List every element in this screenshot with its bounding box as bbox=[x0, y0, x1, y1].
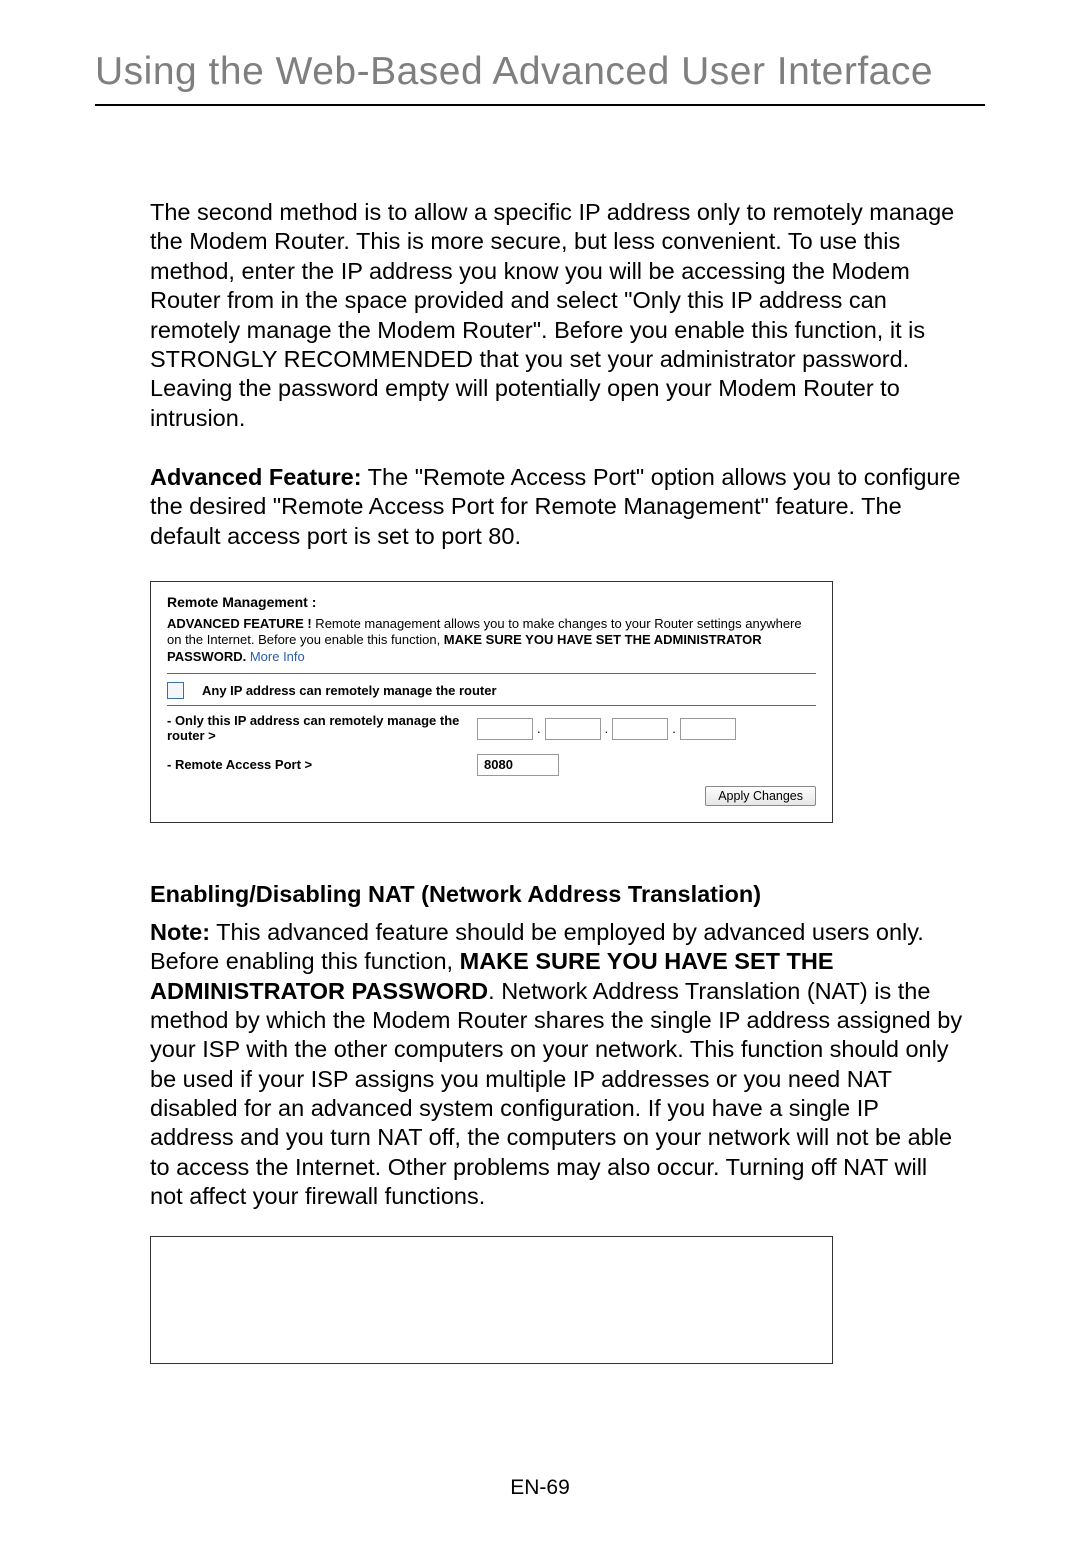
remote-management-desc: ADVANCED FEATURE ! Remote management all… bbox=[167, 616, 816, 665]
nat-note-paragraph: Note: This advanced feature should be em… bbox=[150, 918, 965, 1212]
manual-page: Using the Web-Based Advanced User Interf… bbox=[0, 0, 1080, 1542]
more-info-link[interactable]: More Info bbox=[250, 649, 305, 664]
only-ip-row: - Only this IP address can remotely mana… bbox=[167, 705, 816, 750]
advanced-feature-label: Advanced Feature: bbox=[150, 464, 362, 490]
nat-settings-panel bbox=[150, 1236, 833, 1364]
apply-row: Apply Changes bbox=[167, 786, 816, 806]
nat-section: Enabling/Disabling NAT (Network Address … bbox=[150, 881, 965, 1212]
dot-icon: . bbox=[668, 721, 680, 736]
rm-desc-prefix: ADVANCED FEATURE ! bbox=[167, 616, 312, 631]
body-section: The second method is to allow a specific… bbox=[150, 198, 965, 551]
remote-management-heading: Remote Management : bbox=[167, 594, 816, 610]
ip-input-group: . . . bbox=[477, 718, 736, 740]
ip-octet-4[interactable] bbox=[680, 718, 736, 740]
paragraph-advanced-feature: Advanced Feature: The "Remote Access Por… bbox=[150, 463, 965, 551]
port-row: - Remote Access Port > 8080 bbox=[167, 750, 816, 782]
nat-heading: Enabling/Disabling NAT (Network Address … bbox=[150, 881, 965, 908]
any-ip-checkbox[interactable] bbox=[167, 682, 184, 699]
apply-changes-button[interactable]: Apply Changes bbox=[705, 786, 816, 806]
page-number: EN-69 bbox=[0, 1476, 1080, 1500]
note-label: Note: bbox=[150, 919, 210, 945]
nat-text-2: . Network Address Translation (NAT) is t… bbox=[150, 978, 962, 1210]
dot-icon: . bbox=[601, 721, 613, 736]
any-ip-label: Any IP address can remotely manage the r… bbox=[202, 683, 497, 698]
paragraph-method-two: The second method is to allow a specific… bbox=[150, 198, 965, 433]
any-ip-row: Any IP address can remotely manage the r… bbox=[167, 673, 816, 705]
remote-management-panel: Remote Management : ADVANCED FEATURE ! R… bbox=[150, 581, 833, 823]
port-label: - Remote Access Port > bbox=[167, 757, 477, 772]
only-ip-label: - Only this IP address can remotely mana… bbox=[167, 714, 477, 744]
dot-icon: . bbox=[533, 721, 545, 736]
ip-octet-3[interactable] bbox=[612, 718, 668, 740]
page-title: Using the Web-Based Advanced User Interf… bbox=[95, 50, 985, 106]
ip-octet-1[interactable] bbox=[477, 718, 533, 740]
port-input[interactable]: 8080 bbox=[477, 754, 559, 776]
ip-octet-2[interactable] bbox=[545, 718, 601, 740]
